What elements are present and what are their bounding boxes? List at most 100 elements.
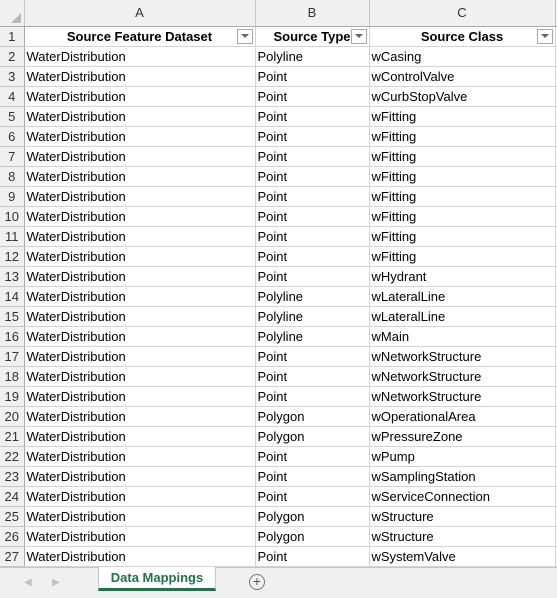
cell[interactable]: wFitting	[369, 246, 556, 267]
cell[interactable]: WaterDistribution	[24, 146, 256, 167]
plus-circle-icon[interactable]: +	[249, 574, 265, 590]
triangle-left-icon[interactable]: ◀	[24, 577, 32, 588]
row-header[interactable]: 9	[0, 186, 25, 207]
cell[interactable]: wFitting	[369, 206, 556, 227]
cell[interactable]: wLateralLine	[369, 286, 556, 307]
filter-dropdown-icon[interactable]	[536, 28, 553, 44]
cell[interactable]: Point	[255, 86, 370, 107]
cell[interactable]: WaterDistribution	[24, 426, 256, 447]
cell[interactable]: Point	[255, 466, 370, 487]
cell[interactable]: Polyline	[255, 306, 370, 327]
cell[interactable]: Point	[255, 206, 370, 227]
cell[interactable]: wFitting	[369, 186, 556, 207]
cell[interactable]: wPressureZone	[369, 426, 556, 447]
sheet-tab-data-mappings[interactable]: Data Mappings	[98, 567, 216, 591]
header-cell[interactable]: Source Feature Dataset	[24, 26, 256, 47]
cell[interactable]: Polygon	[255, 506, 370, 527]
cell[interactable]: wSamplingStation	[369, 466, 556, 487]
cell[interactable]: WaterDistribution	[24, 86, 256, 107]
header-cell[interactable]: Source Type	[255, 26, 370, 47]
cell[interactable]: wOperationalArea	[369, 406, 556, 427]
cell[interactable]: WaterDistribution	[24, 166, 256, 187]
column-header-a[interactable]: A	[24, 0, 256, 27]
cell[interactable]: wFitting	[369, 226, 556, 247]
cell[interactable]: Point	[255, 546, 370, 567]
header-cell[interactable]: Source Class	[369, 26, 556, 47]
row-header[interactable]: 24	[0, 486, 25, 507]
cell[interactable]: WaterDistribution	[24, 66, 256, 87]
cell[interactable]: Polygon	[255, 526, 370, 547]
cell[interactable]: wPump	[369, 446, 556, 467]
cell[interactable]: WaterDistribution	[24, 226, 256, 247]
cell[interactable]: Point	[255, 126, 370, 147]
row-header[interactable]: 12	[0, 246, 25, 267]
cell[interactable]: Point	[255, 166, 370, 187]
cell[interactable]: wSystemValve	[369, 546, 556, 567]
row-header[interactable]: 21	[0, 426, 25, 447]
row-header[interactable]: 1	[0, 26, 25, 47]
row-header[interactable]: 15	[0, 306, 25, 327]
cell[interactable]: wStructure	[369, 526, 556, 547]
row-header[interactable]: 18	[0, 366, 25, 387]
cell[interactable]: Point	[255, 186, 370, 207]
cell[interactable]: WaterDistribution	[24, 486, 256, 507]
cell[interactable]: Point	[255, 66, 370, 87]
cell[interactable]: WaterDistribution	[24, 386, 256, 407]
cell[interactable]: WaterDistribution	[24, 126, 256, 147]
cell[interactable]: wFitting	[369, 126, 556, 147]
cell[interactable]: Point	[255, 366, 370, 387]
cell[interactable]: Point	[255, 486, 370, 507]
cell[interactable]: Point	[255, 266, 370, 287]
cell[interactable]: WaterDistribution	[24, 466, 256, 487]
row-header[interactable]: 6	[0, 126, 25, 147]
cell[interactable]: wFitting	[369, 166, 556, 187]
row-header[interactable]: 27	[0, 546, 25, 567]
cell[interactable]: WaterDistribution	[24, 246, 256, 267]
cell[interactable]: wCasing	[369, 46, 556, 67]
cell[interactable]: wLateralLine	[369, 306, 556, 327]
row-header[interactable]: 23	[0, 466, 25, 487]
cell[interactable]: WaterDistribution	[24, 266, 256, 287]
cell[interactable]: WaterDistribution	[24, 546, 256, 567]
cell[interactable]: wServiceConnection	[369, 486, 556, 507]
row-header[interactable]: 22	[0, 446, 25, 467]
row-header[interactable]: 20	[0, 406, 25, 427]
row-header[interactable]: 26	[0, 526, 25, 547]
row-header[interactable]: 14	[0, 286, 25, 307]
cell[interactable]: wFitting	[369, 146, 556, 167]
row-header[interactable]: 3	[0, 66, 25, 87]
row-header[interactable]: 17	[0, 346, 25, 367]
row-header[interactable]: 25	[0, 506, 25, 527]
cell[interactable]: wNetworkStructure	[369, 386, 556, 407]
cell[interactable]: Polyline	[255, 326, 370, 347]
cell[interactable]: WaterDistribution	[24, 186, 256, 207]
cell[interactable]: WaterDistribution	[24, 206, 256, 227]
cell[interactable]: wStructure	[369, 506, 556, 527]
row-header[interactable]: 16	[0, 326, 25, 347]
row-header[interactable]: 13	[0, 266, 25, 287]
cell[interactable]: WaterDistribution	[24, 46, 256, 67]
cell[interactable]: WaterDistribution	[24, 106, 256, 127]
row-header[interactable]: 7	[0, 146, 25, 167]
cell[interactable]: WaterDistribution	[24, 506, 256, 527]
cell[interactable]: wControlValve	[369, 66, 556, 87]
row-header[interactable]: 11	[0, 226, 25, 247]
filter-dropdown-icon[interactable]	[350, 28, 367, 44]
column-header-c[interactable]: C	[369, 0, 556, 27]
filter-dropdown-icon[interactable]	[236, 28, 253, 44]
cell[interactable]: Polygon	[255, 426, 370, 447]
cell[interactable]: WaterDistribution	[24, 526, 256, 547]
cell[interactable]: Point	[255, 386, 370, 407]
cell[interactable]: WaterDistribution	[24, 326, 256, 347]
cell[interactable]: Point	[255, 246, 370, 267]
row-header[interactable]: 2	[0, 46, 25, 67]
cell[interactable]: wFitting	[369, 106, 556, 127]
cell[interactable]: WaterDistribution	[24, 306, 256, 327]
cell[interactable]: WaterDistribution	[24, 406, 256, 427]
row-header[interactable]: 8	[0, 166, 25, 187]
row-header[interactable]: 5	[0, 106, 25, 127]
cell[interactable]: WaterDistribution	[24, 446, 256, 467]
cell[interactable]: WaterDistribution	[24, 366, 256, 387]
cell[interactable]: wNetworkStructure	[369, 366, 556, 387]
cell[interactable]: wMain	[369, 326, 556, 347]
